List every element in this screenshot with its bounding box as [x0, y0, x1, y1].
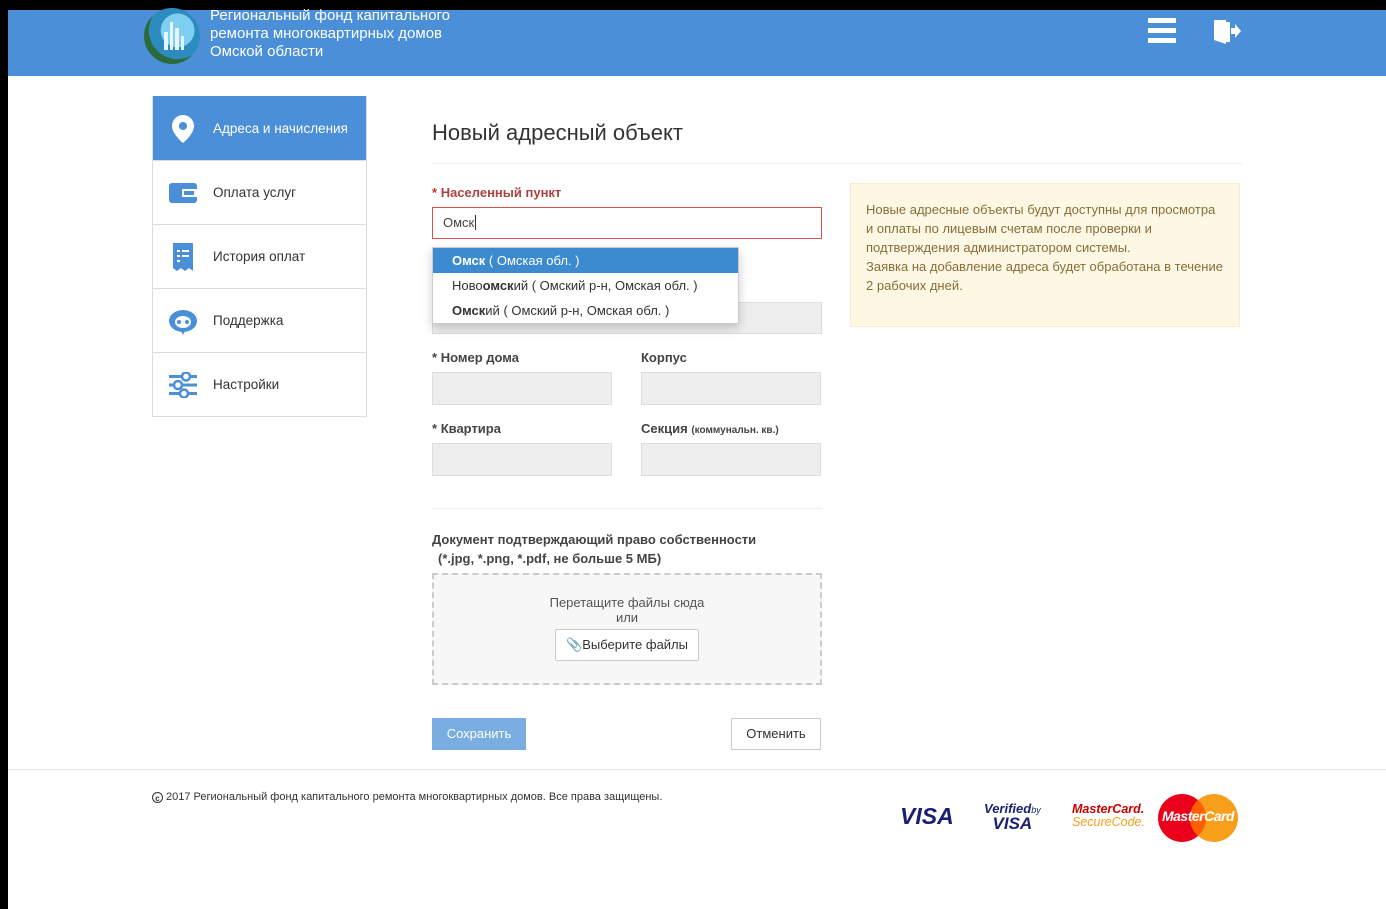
apartment-label-text: Квартира — [440, 421, 501, 436]
sidebar-item-label: Настройки — [213, 377, 280, 392]
notice-text: Новые адресные объекты будут доступны дл… — [866, 202, 1216, 255]
suggestion-prefix: Ново — [452, 278, 483, 293]
hamburger-menu-icon[interactable] — [1148, 18, 1176, 46]
required-mark: * — [432, 185, 438, 200]
city-suggestions-dropdown: Омск ( Омская обл. ) Новоомский ( Омский… — [432, 247, 739, 324]
suggestion-detail: ( Омская обл. ) — [485, 253, 580, 268]
section-label-text: Секция — [641, 421, 688, 436]
suggestion-detail: ( Омский р-н, Омская обл. ) — [499, 303, 670, 318]
suggestion-suffix: ий — [485, 303, 500, 318]
city-label: * Населенный пункт — [432, 185, 561, 200]
suggestion-match: Омск — [452, 253, 486, 268]
city-input[interactable]: Омск — [432, 207, 822, 239]
suggestion-item[interactable]: Омск ( Омская обл. ) — [433, 248, 738, 273]
map-pin-icon — [167, 113, 199, 145]
vbv-visa: VISA — [992, 814, 1033, 833]
file-dropzone[interactable]: Перетащите файлы сюда или 📎Выберите файл… — [432, 573, 822, 685]
korpus-label: Корпус — [641, 350, 687, 365]
copyright-text: c 2017 Региональный фонд капитального рем… — [152, 791, 662, 803]
apartment-input[interactable] — [432, 443, 612, 476]
support-headset-icon — [167, 305, 199, 337]
apartment-label: * Квартира — [432, 421, 501, 436]
org-title-line: ремонта многоквартирных домов — [210, 25, 443, 42]
receipt-icon — [167, 241, 199, 273]
organization-title[interactable]: Региональный фонд капитального ремонта м… — [210, 7, 450, 61]
dropzone-or: или — [615, 610, 639, 625]
verified-by-visa-logo: Verifiedby VISA — [984, 802, 1041, 833]
sidebar-item-history[interactable]: История оплат — [153, 224, 366, 288]
save-button[interactable]: Сохранить — [432, 718, 526, 750]
vbv-by: by — [1031, 805, 1041, 815]
sidebar-item-label: Оплата услуг — [213, 185, 297, 200]
mastercard-text: MasterCard — [1161, 808, 1235, 824]
info-notice: Новые адресные объекты будут доступны дл… — [850, 183, 1240, 327]
footer-divider — [8, 769, 1386, 770]
document-label-line: Документ подтверждающий право собственно… — [432, 532, 757, 547]
section-label: Секция (коммунальн. кв.) — [641, 421, 779, 436]
document-label: Документ подтверждающий право собственно… — [432, 530, 756, 568]
mastercard-securecode-logo: MasterCard. SecureCode. — [1072, 803, 1145, 829]
city-input-value: Омск — [443, 215, 475, 230]
section-hint: (коммунальн. кв.) — [691, 425, 779, 436]
document-format-hint: (*.jpg, *.png, *.pdf, не больше 5 МБ) — [438, 551, 662, 566]
mastercard-logo: MasterCard — [1156, 793, 1240, 843]
house-label-text: Номер дома — [440, 350, 519, 365]
logo-buildings-graphic — [164, 20, 184, 50]
required-mark: * — [432, 350, 438, 365]
sidebar-item-label: Адреса и начисления — [213, 121, 348, 136]
divider — [432, 163, 1242, 164]
sidebar-item-label: История оплат — [213, 249, 306, 264]
house-label: * Номер дома — [432, 350, 519, 365]
cancel-button[interactable]: Отменить — [731, 718, 821, 750]
copyright-label: 2017 Региональный фонд капитального ремо… — [166, 791, 663, 803]
suggestion-match: Омск — [452, 303, 486, 318]
suggestion-detail: ( Омский р-н, Омская обл. ) — [528, 278, 698, 293]
visa-logo: VISA — [900, 803, 954, 829]
sidebar-item-support[interactable]: Поддержка — [153, 288, 366, 352]
divider — [432, 508, 822, 509]
suggestion-match: омск — [482, 278, 514, 293]
sidebar-item-label: Поддержка — [213, 313, 284, 328]
city-label-text: Населенный пункт — [440, 185, 562, 200]
wallet-icon — [167, 177, 199, 209]
mcsc-line2: SecureCode. — [1072, 815, 1145, 829]
copyright-icon: c — [152, 792, 163, 803]
suggestion-item[interactable]: Новоомский ( Омский р-н, Омская обл. ) — [433, 273, 738, 298]
exit-door-icon[interactable] — [1212, 18, 1242, 46]
suggestion-suffix: ий — [513, 278, 529, 293]
required-mark: * — [432, 421, 438, 436]
sidebar-item-payment[interactable]: Оплата услуг — [153, 160, 366, 224]
choose-files-label: Выберите файлы — [582, 637, 688, 652]
org-title-line: Региональный фонд капитального — [210, 7, 451, 24]
dropzone-text: Перетащите файлы сюда — [549, 595, 705, 610]
paperclip-icon: 📎 — [566, 637, 583, 652]
notice-text: Заявка на добавление адреса будет обрабо… — [866, 259, 1223, 293]
choose-files-button[interactable]: 📎Выберите файлы — [555, 629, 699, 661]
sidebar-nav: Адреса и начисления Оплата услуг История… — [152, 96, 367, 417]
korpus-input[interactable] — [641, 372, 821, 405]
suggestion-item[interactable]: Омский ( Омский р-н, Омская обл. ) — [433, 298, 738, 323]
org-title-line: Омской области — [210, 43, 324, 60]
sidebar-item-addresses[interactable]: Адреса и начисления — [153, 96, 366, 160]
sidebar-item-settings[interactable]: Настройки — [153, 352, 366, 416]
section-input[interactable] — [641, 443, 821, 476]
house-number-input[interactable] — [432, 372, 612, 405]
page-title: Новый адресный объект — [432, 120, 683, 145]
settings-sliders-icon — [167, 369, 199, 401]
